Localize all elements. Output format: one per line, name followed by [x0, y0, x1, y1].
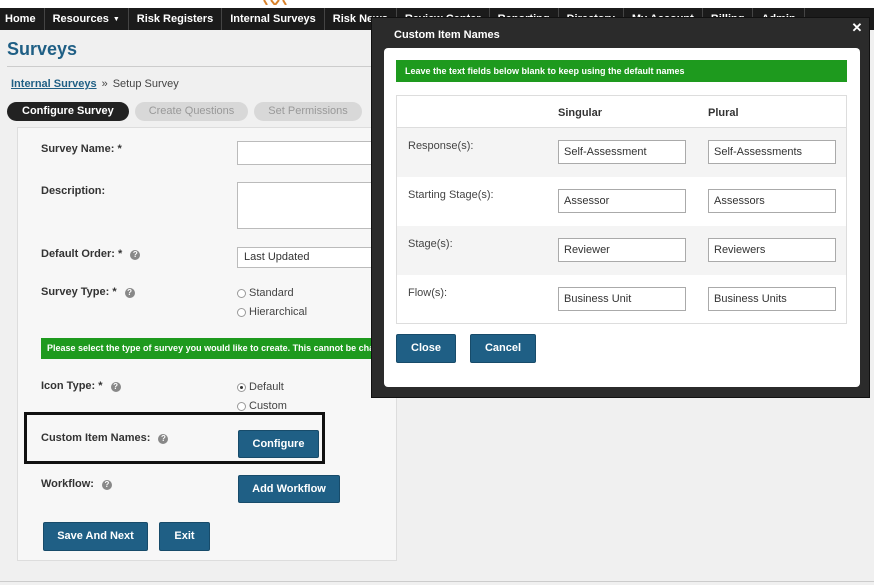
cancel-button[interactable]: Cancel — [470, 334, 536, 363]
close-button[interactable]: Close — [396, 334, 456, 363]
nav-internal-surveys[interactable]: Internal Surveys — [222, 8, 325, 30]
radio-icon[interactable] — [237, 288, 246, 298]
breadcrumb-separator: » — [101, 78, 108, 90]
chevron-down-icon: ▼ — [112, 16, 120, 23]
custom-names-table: Singular Plural Response(s): Starting St… — [396, 95, 847, 324]
table-row: Stage(s): — [397, 226, 846, 275]
breadcrumb-current: Setup Survey — [112, 78, 179, 90]
radio-icon[interactable] — [237, 307, 246, 317]
save-and-next-button[interactable]: Save And Next — [43, 522, 148, 551]
help-icon[interactable]: ? — [130, 250, 141, 260]
nav-resources-label: Resources — [52, 13, 109, 25]
row-label-stage: Stage(s): — [408, 238, 453, 250]
survey-name-label: Survey Name: * — [41, 143, 122, 155]
survey-type-label: Survey Type: *? — [41, 286, 135, 298]
page-title: Surveys — [7, 39, 78, 59]
response-plural-input[interactable] — [708, 140, 836, 164]
default-order-label: Default Order: *? — [41, 248, 141, 260]
nav-home[interactable]: Home — [0, 8, 45, 30]
table-row: Flow(s): — [397, 275, 846, 324]
row-label-starting-stage: Starting Stage(s): — [408, 189, 494, 201]
response-singular-input[interactable] — [558, 140, 686, 164]
exit-button[interactable]: Exit — [159, 522, 210, 551]
nav-home-label: Home — [5, 13, 36, 25]
table-row: Starting Stage(s): — [397, 177, 846, 226]
stage-plural-input[interactable] — [708, 238, 836, 262]
starting-stage-singular-input[interactable] — [558, 189, 686, 213]
icon-type-default[interactable]: Default — [237, 381, 284, 393]
flow-plural-input[interactable] — [708, 287, 836, 311]
row-label-response: Response(s): — [408, 140, 474, 152]
breadcrumb: Internal Surveys » Setup Survey — [11, 78, 179, 90]
help-icon[interactable]: ? — [110, 382, 121, 392]
radio-label: Hierarchical — [249, 306, 308, 318]
step-set-permissions[interactable]: Set Permissions — [254, 102, 362, 121]
column-header-plural: Plural — [708, 107, 739, 119]
table-row: Response(s): — [397, 128, 846, 177]
starting-stage-plural-input[interactable] — [708, 189, 836, 213]
nav-resources[interactable]: Resources ▼ — [45, 8, 129, 30]
nav-risk-registers-label: Risk Registers — [136, 13, 214, 25]
survey-type-standard[interactable]: Standard — [237, 287, 294, 299]
stage-singular-input[interactable] — [558, 238, 686, 262]
breadcrumb-internal-surveys-link[interactable]: Internal Surveys — [11, 78, 97, 90]
step-configure-survey[interactable]: Configure Survey — [7, 102, 129, 121]
survey-type-hierarchical[interactable]: Hierarchical — [237, 306, 307, 318]
radio-icon[interactable] — [237, 401, 246, 411]
custom-item-names-dialog: Custom Item Names ✕ Leave the text field… — [371, 17, 870, 398]
radio-checked-icon[interactable] — [237, 382, 246, 392]
radio-label: Standard — [249, 287, 294, 299]
icon-type-custom[interactable]: Custom — [237, 400, 287, 412]
logo-mark-icon — [263, 0, 287, 5]
icon-type-label: Icon Type: *? — [41, 380, 121, 392]
flow-singular-input[interactable] — [558, 287, 686, 311]
nav-internal-surveys-label: Internal Surveys — [230, 13, 316, 25]
top-strip — [0, 0, 874, 8]
dialog-body: Leave the text fields below blank to kee… — [384, 48, 860, 387]
bottom-divider — [0, 581, 874, 582]
help-icon[interactable]: ? — [124, 288, 135, 298]
title-divider — [7, 66, 407, 67]
row-label-flow: Flow(s): — [408, 287, 448, 299]
description-label: Description: — [41, 185, 106, 197]
nav-risk-registers[interactable]: Risk Registers — [129, 8, 223, 30]
radio-label: Default — [249, 381, 284, 393]
radio-label: Custom — [249, 400, 287, 412]
required-mark: * — [117, 143, 122, 155]
dialog-title: Custom Item Names — [394, 29, 500, 41]
workflow-label: Workflow:? — [41, 478, 112, 490]
add-workflow-button[interactable]: Add Workflow — [238, 475, 340, 503]
dialog-note: Leave the text fields below blank to kee… — [396, 60, 847, 82]
step-create-questions[interactable]: Create Questions — [134, 102, 249, 121]
wizard-steps: Configure Survey Create Questions Set Pe… — [7, 102, 362, 121]
custom-item-names-highlight — [24, 412, 325, 464]
survey-form: Survey Name: * Description: Default Orde… — [17, 127, 399, 561]
close-icon[interactable]: ✕ — [849, 20, 865, 36]
help-icon[interactable]: ? — [101, 480, 112, 490]
survey-type-note: Please select the type of survey you wou… — [41, 338, 399, 359]
column-header-singular: Singular — [558, 107, 603, 119]
